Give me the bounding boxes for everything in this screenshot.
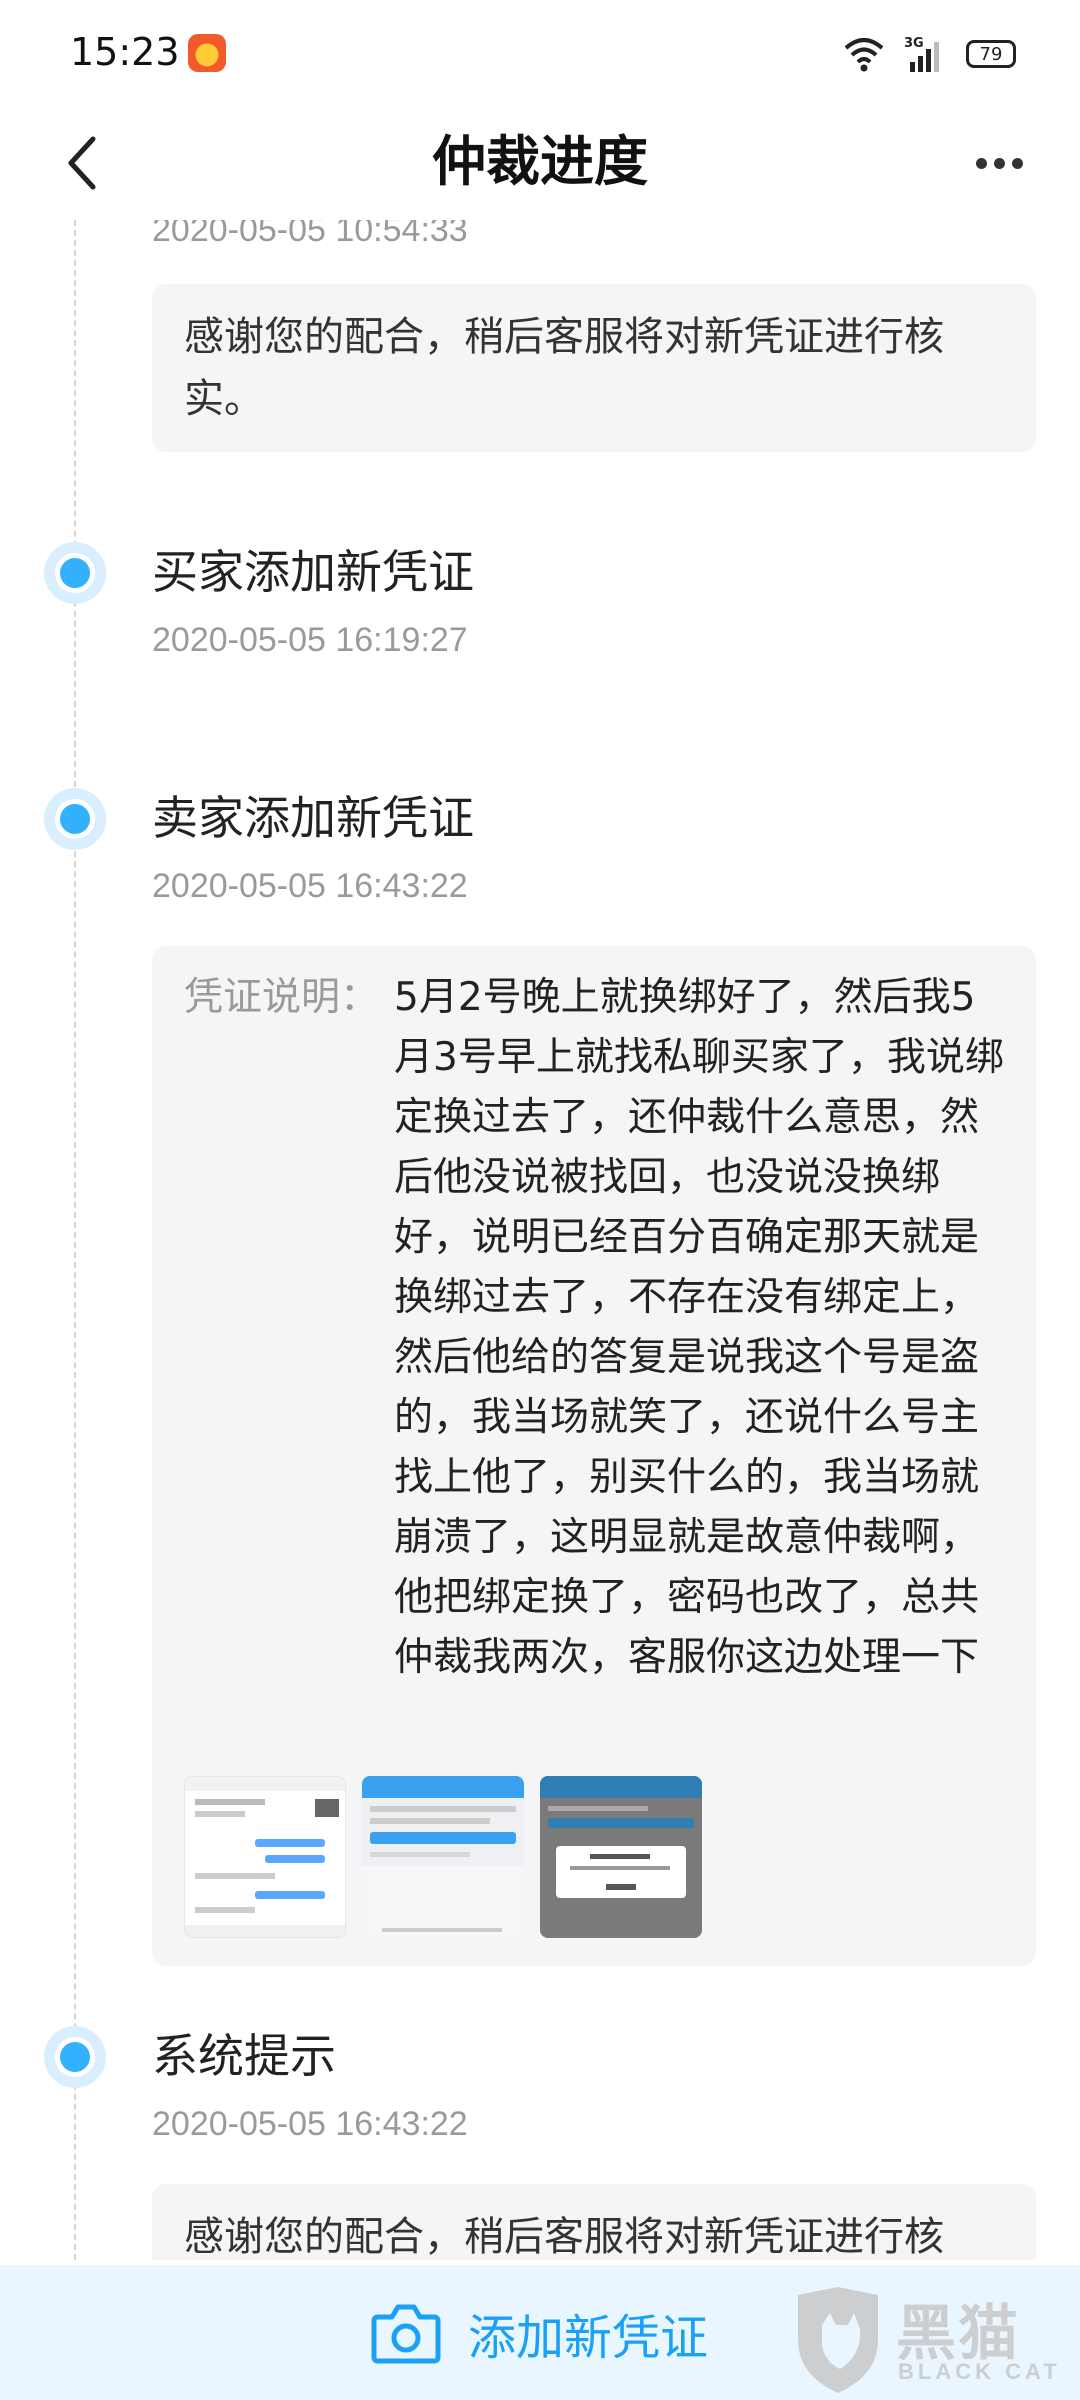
- network-type: 3G: [904, 36, 924, 51]
- timeline-dot: [44, 542, 106, 604]
- more-dot: [993, 157, 1005, 169]
- message-card: 感谢您的配合，稍后客服将对新凭证进行核实。: [152, 2184, 1036, 2260]
- event-time: 2020-05-05 16:43:22: [152, 2105, 468, 2143]
- timeline-dot: [44, 2026, 106, 2088]
- evidence-thumbnail[interactable]: [362, 1776, 524, 1938]
- evidence-thumbnail[interactable]: [540, 1776, 702, 1938]
- signal-icon: 3G: [904, 36, 939, 72]
- dialog-screenshot-image: [540, 1776, 702, 1898]
- event-time: 2020-05-05 16:43:22: [152, 867, 468, 905]
- evidence-text: 5月2号晚上就换绑好了，然后我5月3号早上就找私聊买家了，我说绑定换过去了，还仲…: [394, 975, 1004, 1680]
- add-evidence-button[interactable]: 添加新凭证: [370, 2297, 708, 2369]
- evidence-thumbnail[interactable]: [184, 1776, 346, 1938]
- timeline-dot: [44, 788, 106, 850]
- app-notification-icon: [188, 34, 226, 72]
- binding-screenshot-image: [362, 1776, 524, 1938]
- status-bar: 15:23 3G 79: [0, 0, 1080, 110]
- nav-bar: 仲裁进度: [0, 110, 1080, 220]
- black-cat-logo-icon: [798, 2287, 878, 2393]
- wifi-icon: [844, 38, 884, 72]
- status-time: 15:23: [70, 30, 180, 74]
- watermark: 黑猫 BLACK CAT: [788, 2285, 1068, 2395]
- event-title: 卖家添加新凭证: [152, 791, 474, 845]
- evidence-thumbnails: [184, 1776, 702, 1938]
- event-title: 买家添加新凭证: [152, 545, 474, 599]
- message-text: 感谢您的配合，稍后客服将对新凭证进行核实。: [184, 314, 944, 422]
- battery-icon: 79: [966, 40, 1016, 68]
- watermark-subtext: BLACK CAT: [898, 2359, 1061, 2384]
- event-title: 系统提示: [152, 2029, 336, 2083]
- page-title: 仲裁进度: [432, 130, 648, 193]
- bottom-action-bar: 添加新凭证 黑猫 BLACK CAT: [0, 2265, 1080, 2400]
- battery-level: 79: [979, 43, 1003, 65]
- evidence-label: 凭证说明：: [184, 975, 380, 1020]
- more-dot: [1011, 157, 1023, 169]
- timeline-line: [74, 220, 76, 2260]
- evidence-card: 凭证说明： 5月2号晚上就换绑好了，然后我5月3号早上就找私聊买家了，我说绑定换…: [152, 946, 1036, 1966]
- message-card: 感谢您的配合，稍后客服将对新凭证进行核实。: [152, 284, 1036, 452]
- add-evidence-label: 添加新凭证: [468, 2310, 709, 2366]
- timeline-scroll-area[interactable]: 2020-05-05 10:54:33 感谢您的配合，稍后客服将对新凭证进行核实…: [0, 220, 1080, 2260]
- event-time: 2020-05-05 16:19:27: [152, 621, 468, 659]
- message-text: 感谢您的配合，稍后客服将对新凭证进行核实。: [184, 2214, 944, 2260]
- more-button[interactable]: [954, 128, 1044, 198]
- event-time: 2020-05-05 10:54:33: [152, 220, 468, 249]
- status-indicators: 3G 79: [842, 32, 1016, 76]
- chat-screenshot-image: [185, 1777, 345, 1937]
- camera-icon: [371, 2304, 441, 2364]
- more-dot: [975, 157, 987, 169]
